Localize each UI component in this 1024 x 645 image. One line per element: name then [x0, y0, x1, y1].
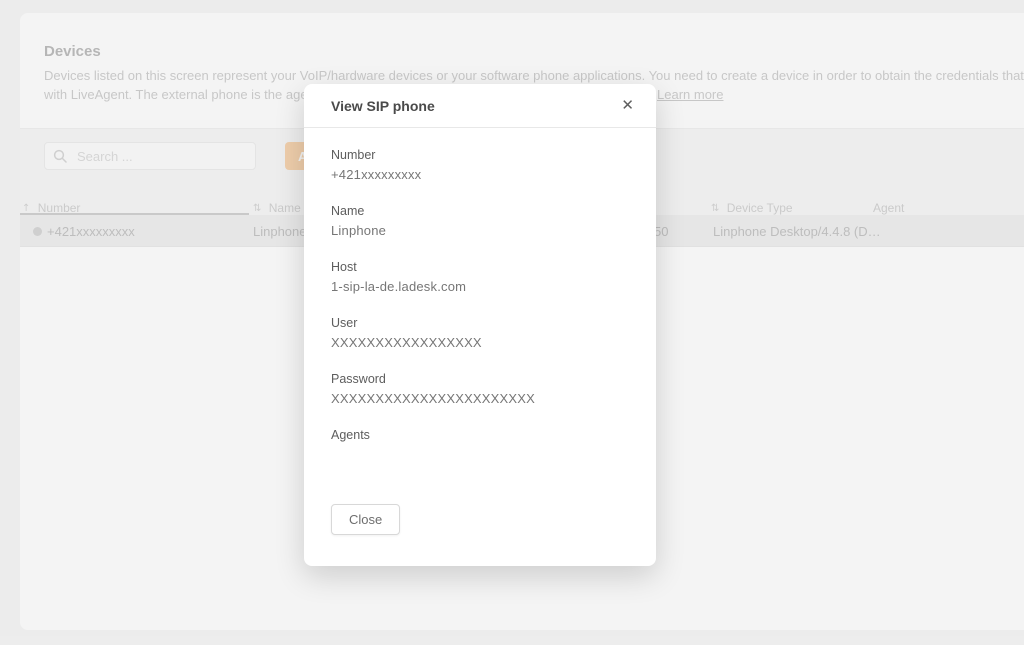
field-name: Name Linphone	[331, 204, 629, 238]
field-label: Number	[331, 148, 629, 163]
field-value: +421xxxxxxxxx	[331, 167, 629, 182]
field-password: Password XXXXXXXXXXXXXXXXXXXXXXX	[331, 372, 629, 406]
field-value: 1-sip-la-de.ladesk.com	[331, 279, 629, 294]
modal-header: View SIP phone ✕	[304, 84, 656, 128]
field-number: Number +421xxxxxxxxx	[331, 148, 629, 182]
field-value: Linphone	[331, 223, 629, 238]
field-label: User	[331, 316, 629, 331]
close-button[interactable]: Close	[331, 504, 400, 535]
field-label: Host	[331, 260, 629, 275]
modal-body: Number +421xxxxxxxxx Name Linphone Host …	[304, 128, 656, 462]
field-host: Host 1-sip-la-de.ladesk.com	[331, 260, 629, 294]
close-icon[interactable]: ✕	[615, 94, 640, 117]
field-value: XXXXXXXXXXXXXXXXX	[331, 335, 629, 350]
field-label: Agents	[331, 428, 629, 443]
field-value: XXXXXXXXXXXXXXXXXXXXXXX	[331, 391, 629, 406]
field-label: Password	[331, 372, 629, 387]
modal-title: View SIP phone	[331, 98, 615, 114]
field-label: Name	[331, 204, 629, 219]
field-agents: Agents	[331, 428, 629, 462]
field-value	[331, 447, 629, 462]
view-sip-phone-modal: View SIP phone ✕ Number +421xxxxxxxxx Na…	[304, 84, 656, 566]
field-user: User XXXXXXXXXXXXXXXXX	[331, 316, 629, 350]
